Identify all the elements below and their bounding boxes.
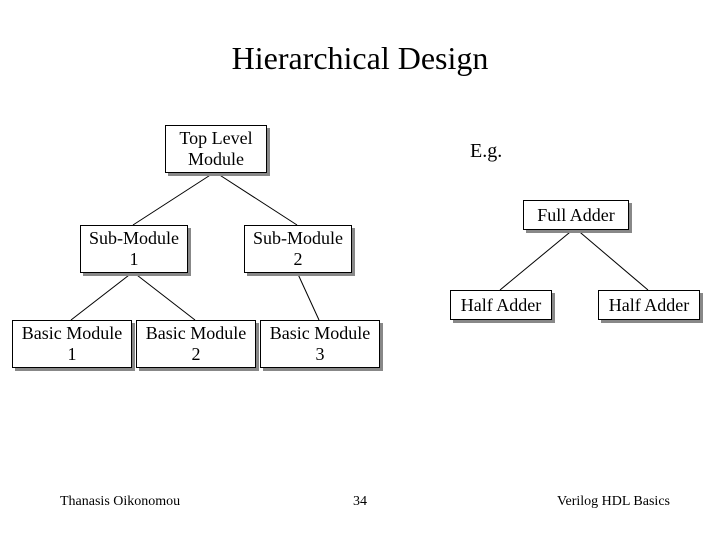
footer-topic: Verilog HDL Basics [557,494,670,510]
half-adder-left-box: Half Adder [450,290,552,320]
sub-module-1-box: Sub-Module 1 [80,225,188,273]
basic-module-3-box: Basic Module 3 [260,320,380,368]
sub-module-2-box: Sub-Module 2 [244,225,352,273]
top-level-module-box: Top Level Module [165,125,267,173]
full-adder-box: Full Adder [523,200,629,230]
slide: Hierarchical Design E.g. Top Level Modul… [0,0,720,540]
basic-module-2-box: Basic Module 2 [136,320,256,368]
half-adder-right-box: Half Adder [598,290,700,320]
example-label: E.g. [470,140,502,163]
slide-title: Hierarchical Design [0,40,720,77]
basic-module-1-box: Basic Module 1 [12,320,132,368]
